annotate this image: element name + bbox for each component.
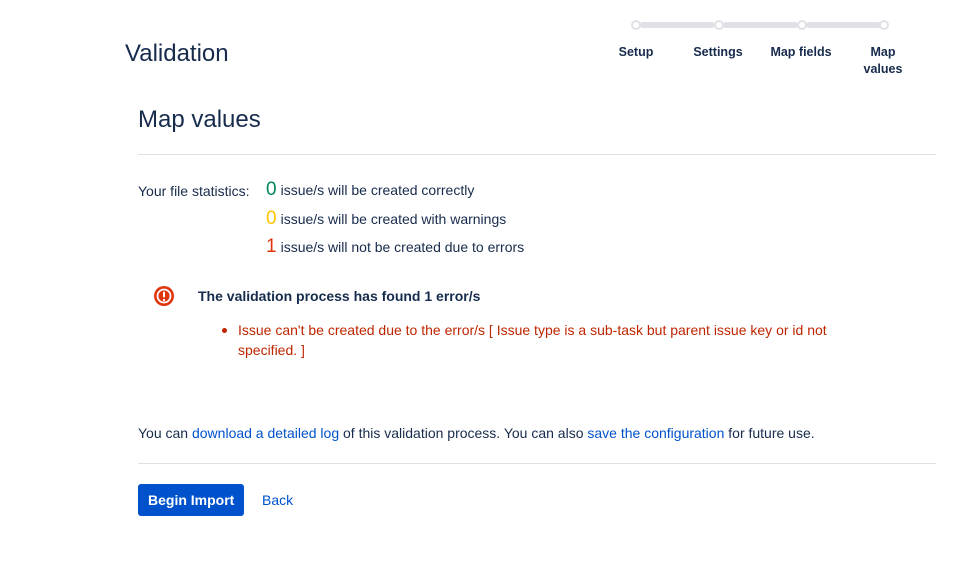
error-item: Issue can't be created due to the error/… [220, 320, 870, 360]
step-map-fields: Map fields [761, 44, 841, 61]
back-button[interactable]: Back [252, 484, 303, 516]
download-log-link[interactable]: download a detailed log [192, 425, 339, 441]
step-map-values: Map values [853, 44, 913, 78]
stat-row-errors: 1issue/s will not be created due to erro… [266, 236, 524, 258]
stat-count: 0 [266, 208, 277, 229]
progress-segment [806, 22, 881, 28]
log-text-middle: of this validation process. You can also [339, 425, 587, 441]
stat-text: issue/s will be created with warnings [281, 211, 507, 227]
log-text-prefix: You can [138, 425, 192, 441]
progress-segment [640, 22, 715, 28]
step-setup: Setup [606, 44, 666, 61]
stat-row-warnings: 0issue/s will be created with warnings [266, 208, 506, 230]
stat-count: 1 [266, 236, 277, 257]
error-circle-icon [153, 285, 175, 307]
error-heading: The validation process has found 1 error… [198, 288, 480, 304]
stat-text: issue/s will be created correctly [281, 182, 475, 198]
step-settings: Settings [688, 44, 748, 61]
divider [138, 463, 936, 464]
log-text-suffix: for future use. [724, 425, 814, 441]
stat-text: issue/s will not be created due to error… [281, 239, 525, 255]
stats-label: Your file statistics: [138, 183, 250, 199]
save-configuration-link[interactable]: save the configuration [587, 425, 724, 441]
divider [138, 154, 936, 155]
progress-step-dot [797, 20, 807, 30]
progress-step-dot [631, 20, 641, 30]
progress-step-dot [714, 20, 724, 30]
progress-tracker: Setup Settings Map fields Map values [595, 18, 925, 78]
page-title: Validation [125, 40, 229, 68]
begin-import-button[interactable]: Begin Import [138, 484, 244, 516]
progress-step-dot [879, 20, 889, 30]
error-list: Issue can't be created due to the error/… [220, 320, 870, 360]
log-paragraph: You can download a detailed log of this … [138, 425, 815, 441]
section-title: Map values [138, 106, 261, 134]
progress-segment [723, 22, 798, 28]
stat-count: 0 [266, 179, 277, 200]
stat-row-correct: 0issue/s will be created correctly [266, 179, 474, 201]
